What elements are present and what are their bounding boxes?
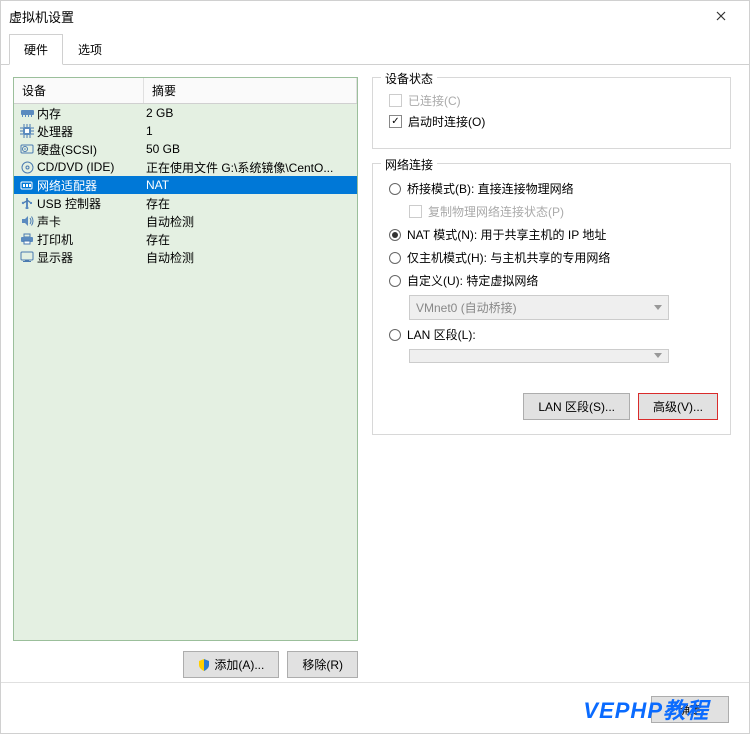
device-table: 设备 摘要 内存 2 GB 处理器 1 硬盘(SCSI) 50 GB CD/DVD (IDE…: [13, 77, 358, 641]
device-summary: NAT: [144, 178, 357, 192]
network-legend: 网络连接: [381, 156, 437, 173]
content-area: 设备 摘要 内存 2 GB 处理器 1 硬盘(SCSI) 50 GB CD/DVD (IDE…: [1, 65, 749, 690]
col-device[interactable]: 设备: [14, 78, 144, 103]
connected-label: 已连接(C): [408, 92, 461, 109]
connect-at-poweron-checkbox[interactable]: ✓: [389, 115, 402, 128]
chevron-down-icon: [654, 305, 662, 311]
dialog-buttons: 确定: [651, 696, 729, 723]
table-row[interactable]: 处理器 1: [14, 122, 357, 140]
remove-button-label: 移除(R): [302, 656, 343, 673]
custom-vmnet-value: VMnet0 (自动桥接): [416, 299, 517, 316]
device-summary: 1: [144, 124, 357, 138]
custom-label: 自定义(U): 特定虚拟网络: [407, 272, 538, 289]
chevron-down-icon: [654, 353, 662, 359]
cd-icon: [17, 159, 37, 175]
sound-icon: [17, 213, 37, 229]
advanced-button[interactable]: 高级(V)...: [638, 393, 718, 420]
lan-segments-button-label: LAN 区段(S)...: [538, 398, 615, 415]
shield-icon: [198, 659, 210, 671]
cpu-icon: [17, 123, 37, 139]
tab-options[interactable]: 选项: [63, 34, 117, 65]
nat-label: NAT 模式(N): 用于共享主机的 IP 地址: [407, 226, 606, 243]
radio-lan[interactable]: [389, 329, 401, 341]
replicate-label: 复制物理网络连接状态(P): [428, 203, 564, 220]
net-icon: [17, 177, 37, 193]
connected-checkbox: [389, 94, 402, 107]
printer-icon: [17, 231, 37, 247]
device-summary: 自动检测: [144, 249, 357, 266]
tab-strip: 硬件 选项: [1, 33, 749, 65]
tab-hardware[interactable]: 硬件: [9, 34, 63, 65]
device-name: 显示器: [37, 249, 73, 266]
radio-hostonly[interactable]: [389, 252, 401, 264]
usb-icon: [17, 195, 37, 211]
close-icon: [716, 11, 726, 21]
display-icon: [17, 249, 37, 265]
device-name: 网络适配器: [37, 177, 97, 194]
device-name: 打印机: [37, 231, 73, 248]
device-summary: 50 GB: [144, 142, 357, 156]
device-summary: 存在: [144, 195, 357, 212]
lan-label: LAN 区段(L):: [407, 326, 476, 343]
col-summary[interactable]: 摘要: [144, 78, 357, 103]
separator: [1, 682, 749, 683]
device-name: 声卡: [37, 213, 61, 230]
ok-button-label: 确定: [678, 701, 702, 718]
table-body: 内存 2 GB 处理器 1 硬盘(SCSI) 50 GB CD/DVD (IDE) 正在使用文…: [14, 104, 357, 266]
table-row[interactable]: CD/DVD (IDE) 正在使用文件 G:\系统镜像\CentO...: [14, 158, 357, 176]
left-panel: 设备 摘要 内存 2 GB 处理器 1 硬盘(SCSI) 50 GB CD/DVD (IDE…: [13, 77, 358, 678]
left-buttons: 添加(A)... 移除(R): [13, 651, 358, 678]
advanced-button-label: 高级(V)...: [653, 398, 703, 415]
network-connection-group: 网络连接 桥接模式(B): 直接连接物理网络 复制物理网络连接状态(P) NAT…: [372, 163, 731, 435]
hostonly-label: 仅主机模式(H): 与主机共享的专用网络: [407, 249, 610, 266]
bridged-label: 桥接模式(B): 直接连接物理网络: [407, 180, 574, 197]
device-status-group: 设备状态 已连接(C) ✓ 启动时连接(O): [372, 77, 731, 149]
table-row[interactable]: USB 控制器 存在: [14, 194, 357, 212]
titlebar: 虚拟机设置: [1, 1, 749, 31]
vm-settings-window: 虚拟机设置 硬件 选项 设备 摘要 内存 2 GB 处理器 1 硬盘(SCSI) 50 G…: [0, 0, 750, 734]
device-summary: 自动检测: [144, 213, 357, 230]
hdd-icon: [17, 141, 37, 157]
lan-segments-button[interactable]: LAN 区段(S)...: [523, 393, 630, 420]
close-button[interactable]: [701, 2, 741, 30]
device-name: USB 控制器: [37, 195, 101, 212]
radio-nat[interactable]: [389, 229, 401, 241]
lan-segment-select: [409, 349, 669, 363]
add-button[interactable]: 添加(A)...: [183, 651, 279, 678]
right-panel: 设备状态 已连接(C) ✓ 启动时连接(O) 网络连接 桥接模式(B): 直接连…: [372, 77, 737, 678]
device-status-legend: 设备状态: [381, 70, 437, 87]
table-header: 设备 摘要: [14, 78, 357, 104]
device-name: 硬盘(SCSI): [37, 141, 97, 158]
device-summary: 2 GB: [144, 106, 357, 120]
window-title: 虚拟机设置: [9, 7, 701, 26]
device-name: 处理器: [37, 123, 73, 140]
table-row[interactable]: 显示器 自动检测: [14, 248, 357, 266]
network-buttons: LAN 区段(S)... 高级(V)...: [385, 393, 718, 420]
radio-custom[interactable]: [389, 275, 401, 287]
add-button-label: 添加(A)...: [214, 656, 264, 673]
device-summary: 存在: [144, 231, 357, 248]
remove-button[interactable]: 移除(R): [287, 651, 358, 678]
device-name: CD/DVD (IDE): [37, 160, 114, 174]
table-row[interactable]: 硬盘(SCSI) 50 GB: [14, 140, 357, 158]
memory-icon: [17, 105, 37, 121]
radio-bridged[interactable]: [389, 183, 401, 195]
replicate-checkbox: [409, 205, 422, 218]
device-summary: 正在使用文件 G:\系统镜像\CentO...: [144, 159, 357, 176]
table-row[interactable]: 打印机 存在: [14, 230, 357, 248]
custom-vmnet-select: VMnet0 (自动桥接): [409, 295, 669, 320]
ok-button[interactable]: 确定: [651, 696, 729, 723]
table-row[interactable]: 内存 2 GB: [14, 104, 357, 122]
table-row[interactable]: 声卡 自动检测: [14, 212, 357, 230]
connect-at-poweron-label: 启动时连接(O): [408, 113, 485, 130]
table-row[interactable]: 网络适配器 NAT: [14, 176, 357, 194]
device-name: 内存: [37, 105, 61, 122]
